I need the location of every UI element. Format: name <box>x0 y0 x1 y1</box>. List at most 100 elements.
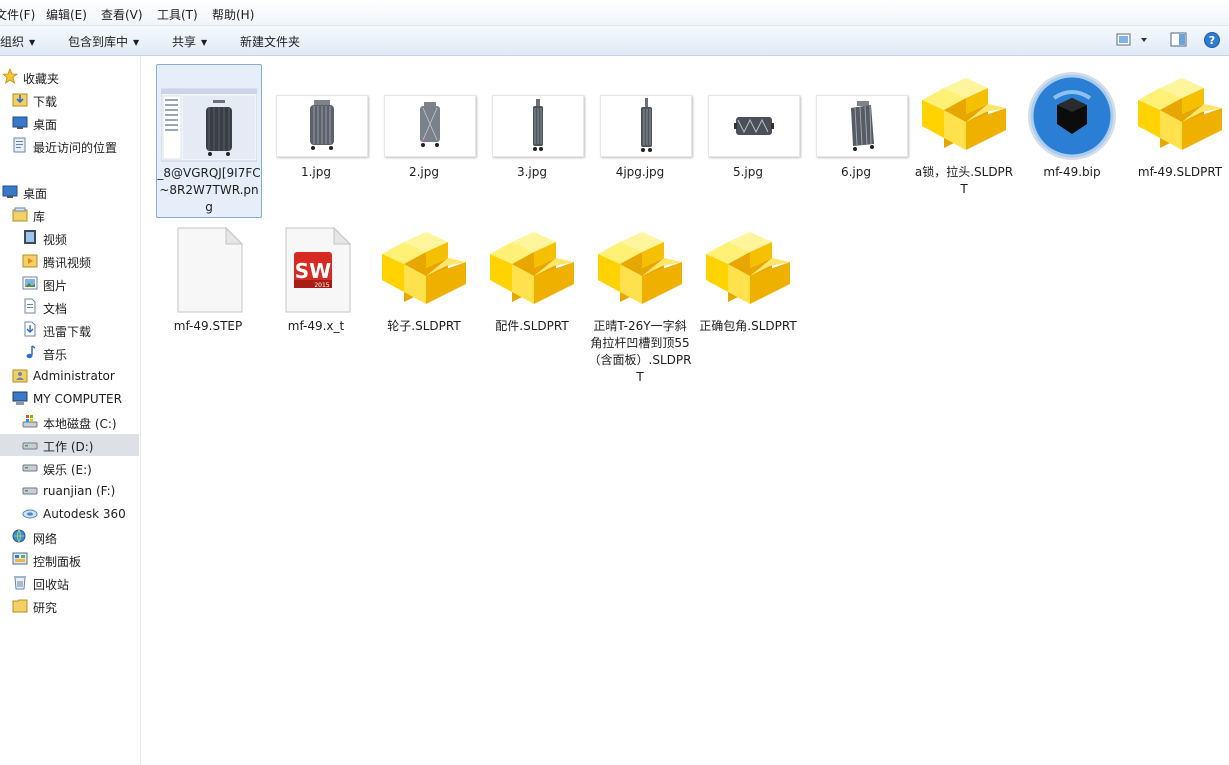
file-item[interactable]: 6.jpg <box>804 64 908 216</box>
menu-edit[interactable]: 编辑(E) <box>46 6 87 23</box>
help-button[interactable]: ? <box>1203 31 1223 49</box>
file-list: _8@VGRQJ[9I7FC~8R2W7TWR.png 1.jpg 2.jpg … <box>141 56 1229 765</box>
file-item[interactable]: 5.jpg <box>696 64 800 216</box>
nav-libraries[interactable]: 库 <box>12 205 138 225</box>
nav-recent-places-label: 最近访问的位置 <box>33 141 118 155</box>
sw-badge-text: SW <box>295 259 331 283</box>
share-button[interactable]: 共享 ▼ <box>172 33 207 50</box>
file-name: mf-49.SLDPRT <box>1137 165 1223 179</box>
nav-desktop-favorite[interactable]: 桌面 <box>12 113 138 133</box>
organize-label: 组织 <box>0 35 25 49</box>
image-thumbnail <box>376 68 476 164</box>
file-name: 4jpg.jpg <box>615 165 665 179</box>
file-name: 5.jpg <box>732 165 764 179</box>
nav-research[interactable]: 研究 <box>12 596 138 616</box>
nav-drive-d[interactable]: 工作 (D:) <box>0 434 139 456</box>
file-item[interactable]: 2.jpg <box>372 64 476 216</box>
file-item[interactable]: mf-49.bip <box>1020 64 1124 216</box>
nav-downloads[interactable]: 下载 <box>12 90 138 110</box>
control-panel-icon <box>12 552 28 565</box>
file-item[interactable]: 配件.SLDPRT <box>480 218 584 370</box>
file-name: 1.jpg <box>300 165 332 179</box>
videos-icon <box>24 230 36 244</box>
file-item[interactable]: 4jpg.jpg <box>588 64 692 216</box>
nav-autodesk-360[interactable]: Autodesk 360 <box>22 504 138 524</box>
nav-drive-e[interactable]: 娱乐 (E:) <box>22 458 138 478</box>
preview-pane-icon <box>1170 32 1187 47</box>
file-item[interactable]: 1.jpg <box>264 64 368 216</box>
nav-documents[interactable]: 文档 <box>22 297 138 317</box>
file-item[interactable]: a锁，拉头.SLDPRT <box>912 64 1016 216</box>
cloud-drive-icon <box>22 509 38 519</box>
svg-text:?: ? <box>1209 34 1215 47</box>
nav-music[interactable]: 音乐 <box>22 343 138 363</box>
file-item[interactable]: mf-49.SLDPRT <box>1128 64 1229 216</box>
dropdown-arrow-icon: ▼ <box>201 38 208 47</box>
new-folder-button[interactable]: 新建文件夹 <box>240 33 300 50</box>
organize-button[interactable]: 组织 ▼ <box>0 33 35 50</box>
nav-music-label: 音乐 <box>43 348 68 362</box>
nav-desktop-label: 桌面 <box>23 187 48 201</box>
nav-pictures-label: 图片 <box>43 279 68 293</box>
recent-places-icon <box>13 137 26 153</box>
file-item[interactable]: 轮子.SLDPRT <box>372 218 476 370</box>
folder-icon <box>12 599 28 613</box>
dropdown-arrow-icon: ▼ <box>29 38 36 47</box>
file-name: 轮子.SLDPRT <box>387 319 461 333</box>
nav-favorites[interactable]: 收藏夹 <box>2 67 138 87</box>
include-in-library-button[interactable]: 包含到库中 ▼ <box>68 33 139 50</box>
nav-my-computer[interactable]: MY COMPUTER <box>12 389 138 409</box>
file-item[interactable]: 正晴T-26Y一字斜角拉杆凹槽到顶55（含面板）.SLDPRT <box>588 218 692 388</box>
nav-autodesk-360-label: Autodesk 360 <box>43 507 126 521</box>
nav-thunder-downloads[interactable]: 迅雷下载 <box>22 320 138 340</box>
nav-drive-f[interactable]: ruanjian (F:) <box>22 481 138 501</box>
file-item[interactable]: 正确包角.SLDPRT <box>696 218 800 370</box>
view-options-icon <box>1116 33 1147 46</box>
solidworks-part-icon <box>1132 68 1228 164</box>
nav-administrator[interactable]: Administrator <box>12 366 138 386</box>
nav-control-panel[interactable]: 控制面板 <box>12 550 138 570</box>
suitcase-photo-icon <box>734 117 774 135</box>
image-thumbnail <box>700 68 800 164</box>
nav-downloads-label: 下载 <box>33 95 58 109</box>
nav-desktop[interactable]: 桌面 <box>2 182 138 202</box>
thunder-downloads-icon <box>24 321 36 337</box>
file-item[interactable]: SW 2015 mf-49.x_t <box>264 218 368 370</box>
blank-document-icon <box>160 222 256 318</box>
file-item[interactable]: 3.jpg <box>480 64 584 216</box>
nav-pictures[interactable]: 图片 <box>22 274 138 294</box>
network-icon <box>12 529 26 543</box>
preview-pane-button[interactable] <box>1169 31 1189 49</box>
menu-help[interactable]: 帮助(H) <box>212 6 254 23</box>
menu-view[interactable]: 查看(V) <box>101 6 143 23</box>
nav-drive-c-label: 本地磁盘 (C:) <box>43 417 117 431</box>
libraries-icon <box>12 207 28 222</box>
nav-network[interactable]: 网络 <box>12 527 138 547</box>
file-item[interactable]: mf-49.STEP <box>156 218 260 370</box>
solidworks-part-icon <box>484 222 580 318</box>
nav-network-label: 网络 <box>33 532 58 546</box>
nav-recycle-bin[interactable]: 回收站 <box>12 573 138 593</box>
documents-icon <box>24 298 36 314</box>
solidworks-part-icon <box>916 68 1012 164</box>
nav-recent-places[interactable]: 最近访问的位置 <box>12 136 138 156</box>
file-name: 2.jpg <box>408 165 440 179</box>
nav-tencent-video[interactable]: 腾讯视频 <box>22 251 138 271</box>
nav-tencent-video-label: 腾讯视频 <box>43 256 92 270</box>
image-thumbnail <box>268 68 368 164</box>
nav-videos[interactable]: 视频 <box>22 228 138 248</box>
menu-bar: 文件(F) 编辑(E) 查看(V) 工具(T) 帮助(H) <box>0 0 1229 26</box>
menu-file[interactable]: 文件(F) <box>0 6 35 23</box>
nav-drive-e-label: 娱乐 (E:) <box>43 463 92 477</box>
file-item[interactable]: _8@VGRQJ[9I7FC~8R2W7TWR.png <box>156 64 262 218</box>
drive-icon <box>22 487 38 495</box>
suitcase-photo-icon <box>310 100 334 150</box>
nav-drive-f-label: ruanjian (F:) <box>43 484 116 498</box>
nav-drive-c[interactable]: 本地磁盘 (C:) <box>22 412 138 432</box>
change-view-button[interactable] <box>1115 31 1155 49</box>
nav-drive-d-label: 工作 (D:) <box>43 440 94 454</box>
menu-tools[interactable]: 工具(T) <box>157 6 198 23</box>
nav-my-computer-label: MY COMPUTER <box>33 392 122 406</box>
nav-documents-label: 文档 <box>43 302 68 316</box>
suitcase-photo-icon <box>533 99 543 151</box>
